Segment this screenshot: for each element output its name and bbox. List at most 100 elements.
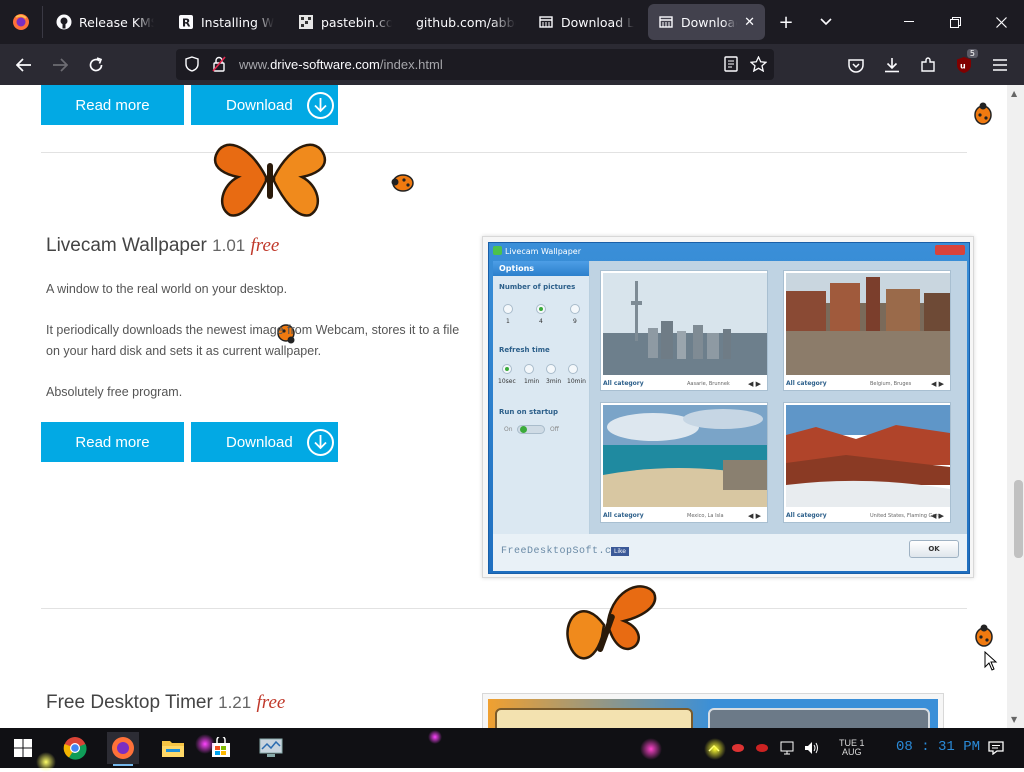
file-explorer-icon[interactable] — [157, 732, 189, 764]
product-name: Free Desktop Timer — [46, 692, 213, 713]
product-screenshot[interactable]: Livecam Wallpaper Options Number of pict… — [482, 236, 974, 578]
tab-release-kms[interactable]: Release KMS — [46, 4, 164, 40]
number-label: Number of pictures — [499, 283, 576, 291]
radio-4 — [536, 304, 546, 314]
product-description-3: Absolutely free program. — [46, 385, 183, 399]
tray-app-icon[interactable] — [727, 732, 749, 764]
product-screenshot[interactable] — [482, 693, 944, 728]
radio-label: 9 — [573, 318, 577, 325]
product-description-2: It periodically downloads the newest ima… — [46, 323, 460, 358]
read-more-button-prev[interactable]: Read more — [41, 85, 184, 125]
app-ok-button: OK — [909, 540, 959, 558]
page-scrollbar[interactable]: ▲ ▼ — [1007, 85, 1024, 728]
resource-monitor-icon[interactable] — [255, 732, 287, 764]
ublock-origin-icon[interactable]: u 5 — [949, 49, 979, 80]
minimize-button[interactable] — [886, 0, 932, 44]
bookmark-star-icon[interactable] — [749, 55, 768, 76]
radio-label: 3min — [546, 378, 562, 385]
forward-button[interactable] — [45, 50, 75, 80]
scroll-down-icon[interactable]: ▼ — [1011, 715, 1017, 724]
startup-label: Run on startup — [499, 408, 559, 416]
section-divider — [41, 608, 967, 609]
scroll-up-icon[interactable]: ▲ — [1011, 89, 1017, 98]
address-bar[interactable]: www.drive-software.com/index.html — [176, 49, 774, 80]
section-divider — [41, 152, 967, 153]
tab-github-abbod[interactable]: github.com/abbod — [406, 4, 526, 40]
download-button-prev[interactable]: Download — [191, 85, 338, 125]
app-body: Options Number of pictures 1 4 9 Refresh… — [493, 261, 967, 571]
new-tab-button[interactable]: + — [768, 0, 804, 44]
product-name: Livecam Wallpaper — [46, 235, 207, 256]
extension-badge: 5 — [966, 49, 978, 58]
product-title: Free Desktop Timer 1.21 free — [46, 692, 285, 714]
hamburger-menu-icon[interactable] — [985, 50, 1015, 80]
product-price: free — [250, 235, 280, 256]
scrollbar-thumb[interactable] — [1014, 480, 1023, 558]
sparkle-decoration — [640, 738, 662, 760]
download-button[interactable]: Download — [191, 422, 338, 462]
picture-location: Belgium, Bruges — [870, 381, 912, 387]
lock-icon[interactable] — [212, 56, 226, 76]
ladybug-icon — [975, 624, 993, 647]
webcam-picture: All category Belgium, Bruges ◀ ▶ — [783, 270, 951, 391]
radio-10min — [568, 364, 578, 374]
options-panel: Options Number of pictures 1 4 9 Refresh… — [493, 261, 590, 534]
radio-label: 1min — [524, 378, 540, 385]
picture-location: Mexico, La Isla — [687, 513, 724, 519]
app-brand: FreeDesktopSoft.com — [501, 546, 625, 557]
radio-label: 10sec — [498, 378, 516, 385]
close-window-button[interactable] — [978, 0, 1024, 44]
list-tabs-chevron-icon[interactable] — [808, 0, 844, 44]
back-button[interactable] — [9, 50, 39, 80]
download-arrow-icon — [307, 92, 334, 119]
beach-image — [603, 405, 767, 507]
close-tab-icon[interactable]: ✕ — [744, 15, 755, 30]
notifications-icon[interactable] — [980, 732, 1012, 764]
tracking-shield-icon[interactable] — [185, 56, 199, 76]
reload-button[interactable] — [81, 50, 111, 80]
tab-download-lad[interactable]: Download Lad — [528, 4, 644, 40]
product-description-1: A window to the real world on your deskt… — [46, 282, 288, 296]
tab-installing-windows[interactable]: R Installing Wind — [168, 4, 284, 40]
picture-nav-arrows-icon: ◀ ▶ — [931, 512, 944, 520]
month: AUG — [842, 747, 862, 757]
extensions-puzzle-icon[interactable] — [913, 50, 943, 80]
tab-pastebin[interactable]: pastebin.com/ — [288, 4, 402, 40]
refresh-label: Refresh time — [499, 346, 550, 354]
reader-view-icon[interactable] — [724, 56, 738, 76]
date-display[interactable]: TUE 1 AUG — [839, 739, 865, 757]
picture-category: All category — [786, 380, 827, 387]
picture-nav-arrows-icon: ◀ ▶ — [931, 380, 944, 388]
town-square-image — [786, 273, 950, 375]
tab-download-active[interactable]: Download A ✕ — [648, 4, 765, 40]
picture-gallery: All category Aasarie, Brunnek ◀ ▶ All ca… — [590, 261, 967, 534]
button-label: Read more — [75, 96, 150, 114]
butterfly-icon — [566, 585, 657, 660]
restore-button[interactable] — [932, 0, 978, 44]
picture-location: Aasarie, Brunnek — [687, 381, 730, 387]
clock[interactable]: 08 : 31 PM — [896, 739, 980, 755]
startup-toggle — [517, 425, 545, 434]
read-more-button[interactable]: Read more — [41, 422, 184, 462]
tray-app-icon[interactable] — [751, 732, 773, 764]
webcam-picture: All category United States, Flaming Gorg… — [783, 402, 951, 523]
chrome-icon[interactable] — [59, 732, 91, 764]
product-version: 1.21 — [218, 693, 252, 712]
firefox-taskbar-icon[interactable] — [107, 732, 139, 766]
downloads-icon[interactable] — [877, 50, 907, 80]
network-icon[interactable] — [777, 732, 799, 764]
windows-start-icon[interactable] — [7, 732, 39, 764]
volume-icon[interactable] — [801, 732, 823, 764]
sparkle-decoration — [195, 734, 215, 754]
radio-1 — [503, 304, 513, 314]
tab-label: pastebin.com/ — [321, 14, 392, 30]
page-icon — [658, 14, 674, 30]
firefox-menu-icon[interactable] — [0, 0, 42, 44]
picture-nav-arrows-icon: ◀ ▶ — [748, 512, 761, 520]
pastebin-icon — [298, 14, 314, 30]
pocket-icon[interactable] — [841, 50, 871, 80]
page-icon — [538, 14, 554, 30]
product-version: 1.01 — [212, 236, 246, 255]
url-text[interactable]: www.drive-software.com/index.html — [239, 57, 443, 72]
url-domain: drive-software.com — [270, 57, 380, 72]
